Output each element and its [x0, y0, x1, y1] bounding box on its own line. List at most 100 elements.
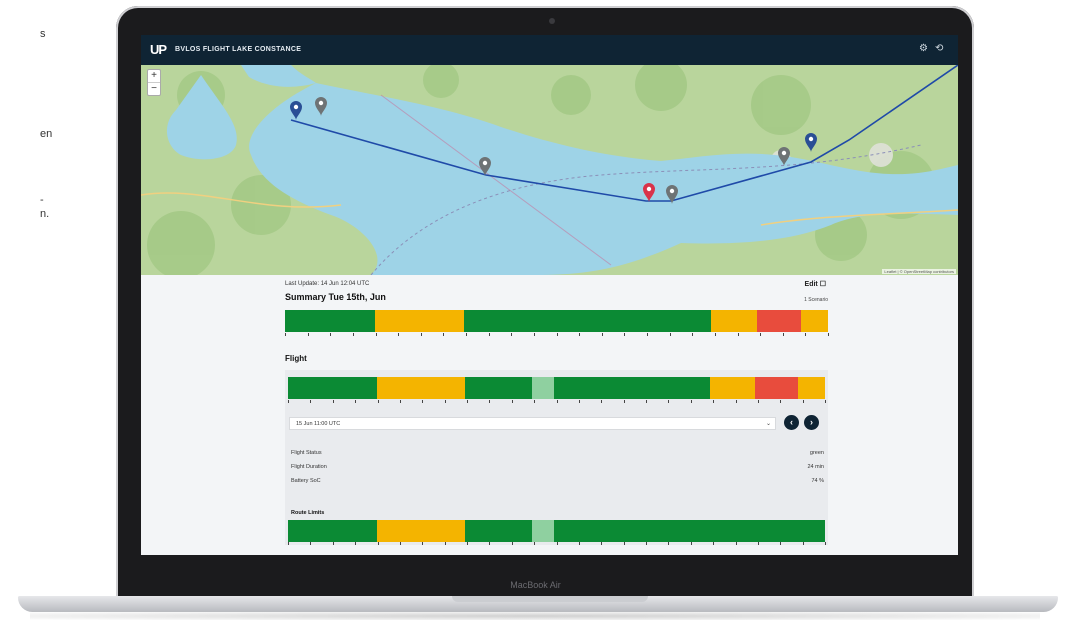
stat-row: Flight Duration 24 min [291, 464, 824, 470]
tick-mark [825, 400, 826, 403]
logout-icon[interactable]: ⟲ [935, 44, 945, 54]
app-title: BVLOS FLIGHT LAKE CONSTANCE [175, 46, 302, 53]
next-button[interactable]: › [804, 415, 819, 430]
bar-segment-green [553, 377, 710, 399]
tick-mark [489, 542, 491, 545]
bar-segment-red [757, 310, 801, 332]
marker-waypoint[interactable] [479, 157, 491, 176]
marker-current[interactable] [643, 183, 655, 202]
bar-segment-yellow [374, 310, 465, 332]
marker-end[interactable] [805, 133, 817, 152]
tick-mark [422, 542, 424, 545]
tick-mark [578, 542, 580, 545]
tick-mark [578, 400, 580, 403]
tick-mark [330, 333, 332, 336]
tick-mark [556, 400, 558, 403]
marker-start[interactable] [290, 101, 302, 120]
laptop-shadow [30, 612, 1040, 620]
tick-mark [355, 400, 357, 403]
tick-mark [511, 542, 513, 545]
marker-waypoint[interactable] [315, 97, 327, 116]
tick-mark [780, 400, 782, 403]
tick-mark [647, 333, 648, 336]
zoom-in-button[interactable]: + [148, 70, 160, 82]
side-text-2: en [40, 128, 53, 140]
tick-mark [646, 542, 647, 545]
map-view[interactable]: + − Leaflet | © OpenStreetMap contributo… [141, 65, 958, 275]
side-text-3: - [40, 194, 44, 206]
tick-mark [828, 333, 829, 336]
tick-mark [556, 333, 558, 336]
tick-mark [444, 542, 446, 545]
stat-value: green [809, 450, 824, 456]
side-text-4: n. [40, 208, 50, 220]
flight-ticks [288, 400, 826, 408]
tick-mark [355, 542, 357, 545]
tick-mark [690, 400, 692, 403]
tick-mark [646, 400, 647, 403]
tick-mark [466, 333, 467, 336]
tick-mark [623, 542, 625, 545]
flight-panel: 15 Jun 11:00 UTC ⌄ ‹ › Flight Status gre… [285, 370, 828, 545]
marker-waypoint[interactable] [666, 185, 678, 204]
tick-mark [556, 542, 558, 545]
route-limits-ticks [288, 542, 826, 550]
tick-mark [669, 333, 671, 336]
tick-mark [714, 333, 716, 336]
tick-mark [757, 400, 759, 403]
tick-mark [399, 400, 401, 403]
tick-mark [805, 333, 807, 336]
bar-segment-lightgreen [532, 377, 554, 399]
tick-mark [377, 400, 379, 403]
route-limits-bar[interactable] [288, 520, 825, 542]
time-select[interactable]: 15 Jun 11:00 UTC ⌄ [289, 417, 776, 430]
tick-mark [533, 333, 535, 336]
previous-button[interactable]: ‹ [784, 415, 799, 430]
tick-mark [399, 542, 401, 545]
tick-mark [782, 333, 784, 336]
bar-segment-yellow [798, 377, 825, 399]
tick-mark [623, 400, 625, 403]
tick-mark [534, 542, 536, 545]
tick-mark [332, 400, 334, 403]
bar-segment-green [553, 520, 825, 542]
tick-mark [489, 400, 491, 403]
map-markers [290, 97, 817, 204]
tick-mark [601, 333, 603, 336]
bar-segment-lightgreen [532, 520, 554, 542]
tick-mark [690, 542, 692, 545]
edit-button[interactable]: Edit ☐ [805, 280, 826, 288]
tick-mark [467, 542, 468, 545]
stat-value: 24 min [807, 464, 824, 470]
tick-mark [511, 400, 513, 403]
route-limits-title: Route Limits [291, 510, 325, 516]
tick-mark [760, 333, 762, 336]
bar-segment-yellow [709, 377, 756, 399]
tick-mark [735, 542, 737, 545]
tick-mark [737, 333, 739, 336]
stat-label: Flight Status [291, 450, 322, 456]
tick-mark [288, 542, 289, 545]
chevron-down-icon: ⌄ [765, 421, 771, 427]
summary-bar[interactable] [285, 310, 828, 332]
zoom-out-button[interactable]: − [148, 82, 160, 95]
tick-mark [802, 542, 804, 545]
flight-bar[interactable] [288, 377, 825, 399]
tick-mark [780, 542, 782, 545]
map-attribution[interactable]: Leaflet | © OpenStreetMap contributors [882, 269, 956, 274]
tick-mark [735, 400, 737, 403]
tick-mark [601, 542, 603, 545]
bar-segment-green [285, 310, 375, 332]
tick-mark [624, 333, 626, 336]
gear-icon[interactable]: ⚙ [919, 44, 929, 54]
side-text-1: s [40, 28, 46, 40]
bar-segment-yellow [376, 377, 466, 399]
bar-segment-green [464, 310, 712, 332]
zoom-control: + − [147, 69, 161, 96]
bar-segment-green [465, 377, 533, 399]
marker-waypoint[interactable] [778, 147, 790, 166]
tick-mark [377, 542, 379, 545]
time-select-value: 15 Jun 11:00 UTC [296, 421, 341, 427]
tick-mark [579, 333, 581, 336]
stat-row: Flight Status green [291, 450, 824, 456]
